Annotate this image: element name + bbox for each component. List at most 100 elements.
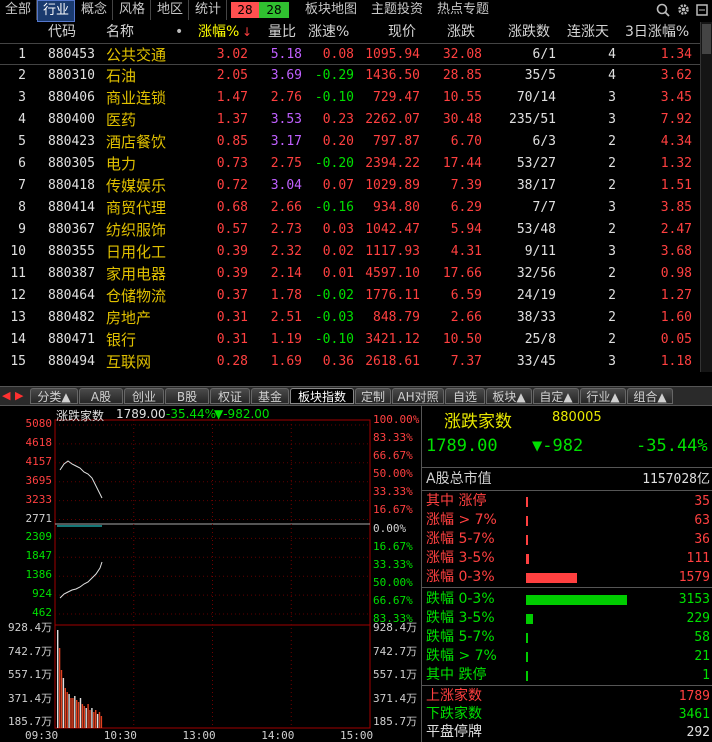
cell-vr: 1.19 (270, 332, 302, 347)
market-tab-7[interactable]: 定制 (355, 388, 391, 404)
cell-chg: 1.37 (216, 112, 248, 127)
col-code[interactable]: 代码 (48, 22, 76, 42)
volume-bar (72, 698, 74, 728)
link-sector-map[interactable]: 板块地图 (298, 0, 364, 20)
col-speed[interactable]: 涨速% (308, 22, 349, 42)
up_rows-bar (526, 554, 529, 564)
table-row[interactable]: 2 880310 石油 2.05 3.69 -0.29 1436.50 28.85 35/5 4 3… (0, 65, 700, 87)
table-row[interactable]: 3 880406 商业连锁 1.47 2.76 -0.10 729.47 10.55 70/14… (0, 87, 700, 109)
cell-chg: 0.31 (216, 332, 248, 347)
settings-icon[interactable] (695, 3, 709, 21)
price-tick-label: 4157 (25, 454, 53, 468)
cell-diff: 5.94 (450, 222, 482, 237)
market-tab-5[interactable]: 基金 (251, 388, 289, 404)
intraday-chart: 涨跌家数 1789.00 -35.44% ▼-982.00 5080 4618 41… (0, 406, 420, 742)
link-hot-topics[interactable]: 热点专题 (432, 0, 494, 20)
search-icon[interactable] (656, 3, 670, 21)
table-row[interactable]: 13 880482 房地产 0.31 2.51 -0.03 848.79 2.66 38/33 2… (0, 307, 700, 329)
col-days[interactable]: 连涨天 (567, 22, 609, 42)
cell-price: 1117.93 (365, 244, 420, 259)
tab-industry[interactable]: 行业 (37, 0, 75, 22)
cell-code: 880355 (48, 244, 95, 259)
cell-days: 3 (608, 354, 616, 369)
cell-days: 2 (608, 310, 616, 325)
link-theme-invest[interactable]: 主题投资 (366, 0, 428, 20)
tab-all[interactable]: 全部 (0, 0, 37, 20)
table-row[interactable]: 8 880414 商贸代理 0.68 2.66 -0.16 934.80 6.29 7/7 3 3.… (0, 197, 700, 219)
table-row[interactable]: 11 880387 家用电器 0.39 2.14 0.01 4597.10 17.66 32/5… (0, 263, 700, 285)
market-tab-2[interactable]: 创业 (124, 388, 164, 404)
market-tab-4[interactable]: 权证 (210, 388, 250, 404)
table-row[interactable]: 14 880471 银行 0.31 1.19 -0.10 3421.12 10.50 25/8 2… (0, 329, 700, 351)
market-tab-9[interactable]: 自选 (445, 388, 485, 404)
up_rows-label: 涨幅 0-3% (426, 569, 495, 585)
table-row[interactable]: 7 880418 传媒娱乐 0.72 3.04 0.07 1029.89 7.39 38/17 2… (0, 175, 700, 197)
cell-chg3: 1.18 (660, 354, 692, 369)
cell-chg: 0.39 (216, 244, 248, 259)
table-row[interactable]: 5 880423 酒店餐饮 0.85 3.17 0.20 797.87 6.70 6/3 2 4.3… (0, 131, 700, 153)
cell-chg: 0.39 (216, 266, 248, 281)
price-tick-label: 3233 (25, 492, 53, 506)
table-row[interactable]: 9 880367 纺织服饰 0.57 2.73 0.03 1042.47 5.94 53/48 2… (0, 219, 700, 241)
cell-diff: 10.50 (442, 332, 482, 347)
volume-tick-label: 742.7万 (8, 644, 53, 658)
cell-name: 电力 (106, 155, 137, 173)
table-row[interactable]: 12 880464 仓储物流 0.37 1.78 -0.02 1776.11 6.59 24/1… (0, 285, 700, 307)
cell-chg3: 0.05 (660, 332, 692, 347)
table-row[interactable]: 4 880400 医药 1.37 3.53 0.23 2262.07 30.48 235/51 3… (0, 109, 700, 131)
time-tick-label: 15:00 (340, 729, 374, 742)
col-price[interactable]: 现价 (388, 22, 416, 42)
market-tab-0[interactable]: 分类▲ (30, 388, 78, 404)
tab-region[interactable]: 地区 (152, 0, 189, 20)
col-chg3[interactable]: 3日涨幅% (625, 22, 689, 42)
next-arrow-icon[interactable]: ▶ (15, 389, 23, 402)
cell-idx: 8 (18, 200, 26, 215)
cell-vr: 3.53 (270, 112, 302, 127)
table-row[interactable]: 15 880494 互联网 0.28 1.69 0.36 2618.61 7.37 33/45 3… (0, 351, 700, 373)
tab-style[interactable]: 风格 (114, 0, 151, 20)
prev-arrow-icon[interactable]: ◀ (2, 389, 10, 402)
table-row[interactable]: 1 880453 公共交通 3.02 5.18 0.08 1095.94 32.08 6/1 4 1… (0, 43, 700, 65)
table-row[interactable]: 6 880305 电力 0.73 2.75 -0.20 2394.22 17.44 53/27 2… (0, 153, 700, 175)
volume-bar (79, 698, 82, 728)
tab-stats[interactable]: 统计 (190, 0, 227, 20)
time-tick-label: 09:30 (25, 729, 59, 742)
market-tab-3[interactable]: B股 (165, 388, 209, 404)
cell-vr: 2.14 (270, 266, 302, 281)
up_rows-row: 涨幅 5-7% 36 (426, 530, 712, 549)
cell-diff: 30.48 (442, 112, 482, 127)
down_rows-value: 3153 (678, 592, 710, 607)
down_rows-value: 1 (702, 668, 710, 683)
volume-bar (60, 670, 63, 728)
cell-ud: 7/7 (532, 200, 556, 215)
cell-price: 2262.07 (365, 112, 420, 127)
pct-tick-label: 16.67% (373, 503, 413, 517)
cell-price: 3421.12 (365, 332, 420, 347)
market-tab-12[interactable]: 行业▲ (580, 388, 626, 404)
col-updown[interactable]: 涨跌数 (508, 22, 550, 42)
market-tab-6[interactable]: 板块指数 (290, 388, 354, 404)
gear-icon[interactable] (676, 2, 691, 21)
col-name[interactable]: 名称 (106, 22, 134, 42)
down_rows-value: 58 (694, 630, 710, 645)
tab-concept[interactable]: 概念 (76, 0, 113, 20)
market-tab-13[interactable]: 组合▲ (627, 388, 673, 404)
market-tab-10[interactable]: 板块▲ (486, 388, 532, 404)
cell-chg: 3.02 (216, 47, 248, 62)
col-vol-ratio[interactable]: 量比 (268, 22, 296, 42)
cell-price: 1042.47 (365, 222, 420, 237)
table-row[interactable]: 10 880355 日用化工 0.39 2.32 0.02 1117.93 4.31 9/11 3… (0, 241, 700, 263)
market-tab-8[interactable]: AH对照 (392, 388, 444, 404)
mktcap-row: A股总市值 1157028亿 (426, 470, 712, 489)
market-tab-1[interactable]: A股 (79, 388, 123, 404)
cell-diff: 2.66 (450, 310, 482, 325)
sort-arrow-icon: ↓ (242, 25, 253, 39)
vertical-scrollbar[interactable] (700, 22, 712, 372)
down_rows-label: 跌幅 3-5% (426, 610, 495, 626)
cell-vr: 2.32 (270, 244, 302, 259)
col-diff[interactable]: 涨跌 (447, 22, 475, 42)
pct-tick-label: 50.00% (373, 467, 413, 481)
volume-bar (83, 706, 85, 728)
market-tab-11[interactable]: 自定▲ (533, 388, 579, 404)
col-change[interactable]: 涨幅% (198, 22, 239, 42)
